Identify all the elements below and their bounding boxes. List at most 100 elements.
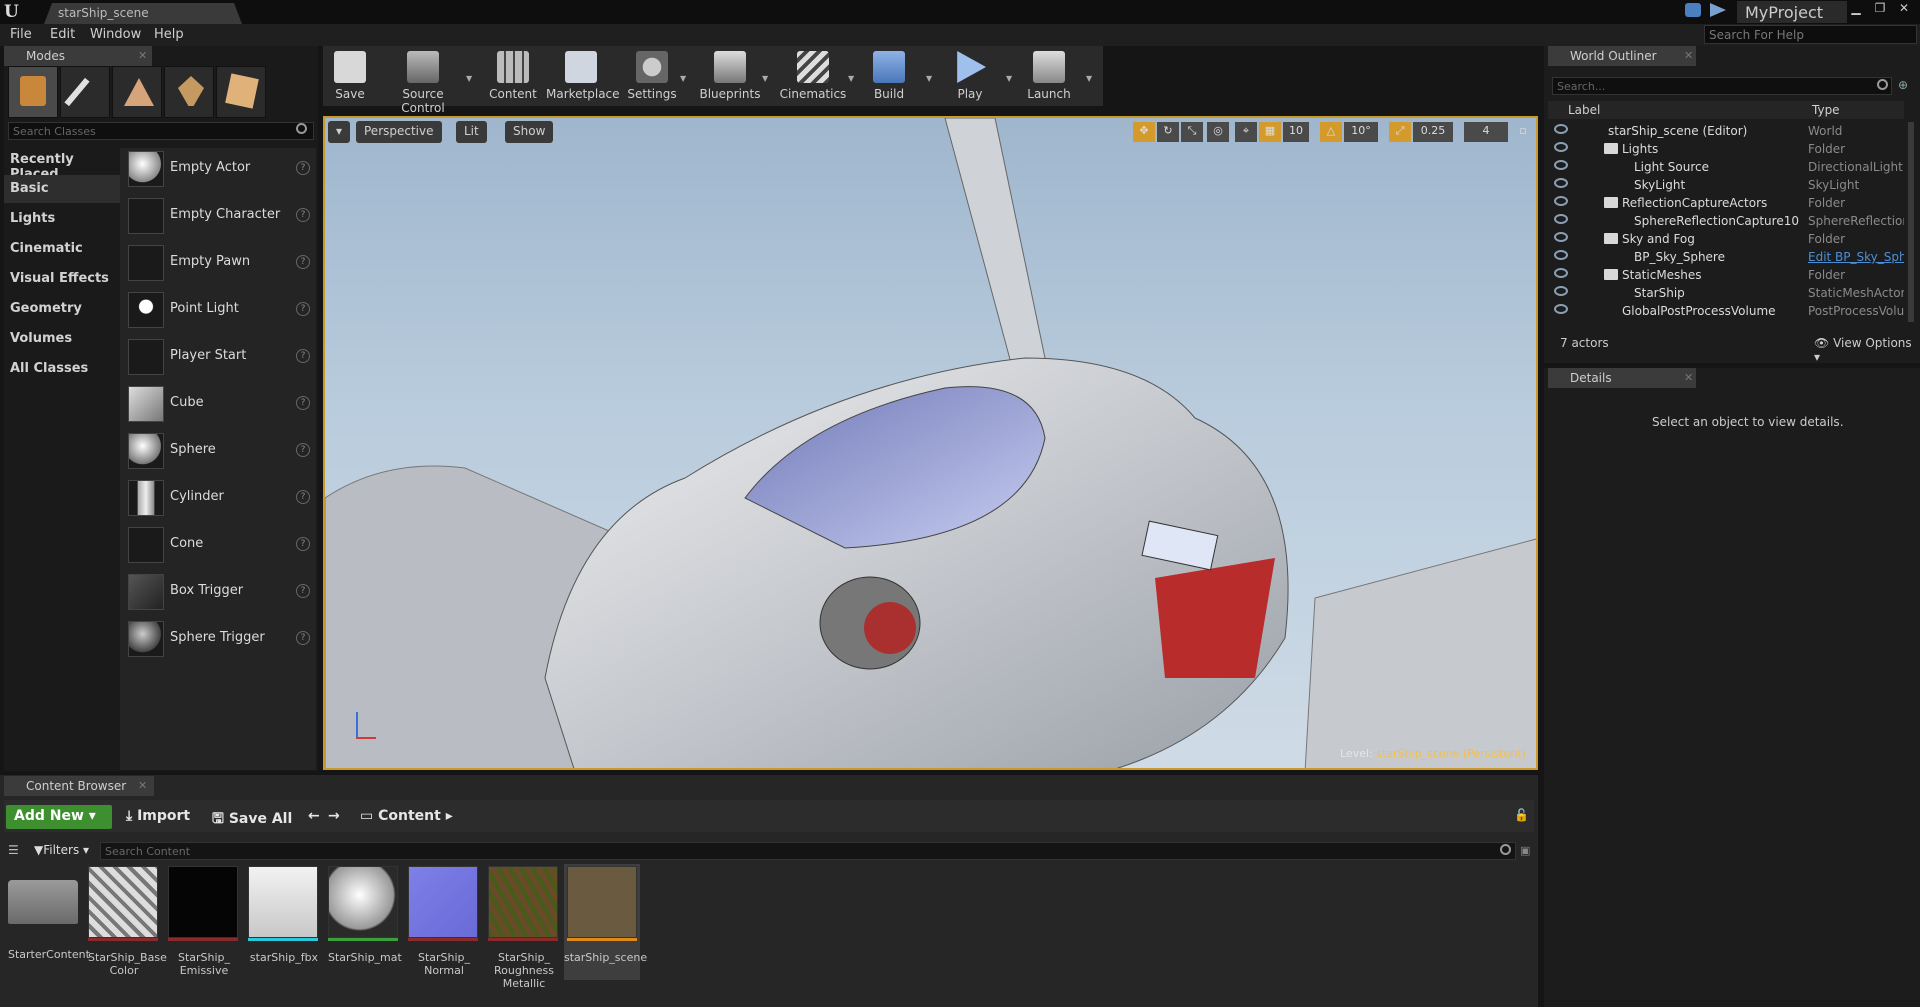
category-recently-placed[interactable]: Recently Placed (8, 146, 118, 182)
help-icon[interactable]: ? (296, 396, 310, 410)
surface-snap-button[interactable]: ⌖ (1235, 122, 1257, 142)
help-icon[interactable]: ? (296, 302, 310, 316)
list-item[interactable]: Empty Actor? (126, 148, 316, 192)
help-icon[interactable]: ? (296, 537, 310, 551)
asset-tile[interactable]: StarShip_Base Color (88, 866, 167, 977)
category-basic[interactable]: Basic (4, 175, 120, 203)
sources-toggle-icon[interactable]: ☰ (8, 843, 19, 857)
table-row[interactable]: starShip_scene (Editor) World (1548, 122, 1906, 140)
table-row[interactable]: SphereReflectionCapture10 SphereReflectio… (1548, 212, 1906, 230)
column-label[interactable]: Label (1568, 103, 1600, 117)
help-icon[interactable]: ? (296, 631, 310, 645)
table-row[interactable]: Light Source DirectionalLight (1548, 158, 1906, 176)
blueprints-dropdown[interactable]: ▼ (762, 74, 768, 83)
table-row[interactable]: Sky and Fog Folder (1548, 230, 1906, 248)
add-new-button[interactable]: Add New ▾ (6, 805, 112, 829)
scale-snap-button[interactable]: ⤢ (1389, 122, 1411, 142)
import-button[interactable]: ⤓ Import (126, 808, 190, 824)
asset-tile[interactable]: StarShip_ Normal (408, 866, 480, 977)
eye-icon[interactable] (1554, 286, 1568, 296)
help-icon[interactable]: ? (296, 584, 310, 598)
list-item[interactable]: Box Trigger? (126, 571, 316, 615)
asset-tile[interactable]: StarterContent (8, 866, 90, 961)
paint-mode-button[interactable] (60, 66, 110, 118)
outliner-search-input[interactable]: Search... (1552, 77, 1892, 95)
viewport-options-button[interactable]: ▾ (328, 121, 350, 143)
view-options-button[interactable]: 👁 View Options ▾ (1814, 336, 1920, 364)
table-row[interactable]: GlobalPostProcessVolume PostProcessVolun (1548, 302, 1906, 320)
world-space-button[interactable]: ◎ (1207, 122, 1229, 142)
outliner-scrollbar[interactable] (1908, 122, 1914, 322)
menu-edit[interactable]: Edit (50, 27, 75, 42)
launch-button[interactable]: Launch (1024, 48, 1074, 106)
scale-tool-button[interactable]: ⤡ (1181, 122, 1203, 142)
category-lights[interactable]: Lights (8, 205, 118, 233)
table-row[interactable]: BP_Sky_Sphere Edit BP_Sky_Sph (1548, 248, 1906, 266)
tab-modes[interactable]: Modes (4, 46, 152, 66)
feedback-icon[interactable] (1685, 3, 1701, 17)
eye-icon[interactable] (1554, 178, 1568, 188)
eye-icon[interactable] (1554, 142, 1568, 152)
show-button[interactable]: Show (505, 121, 554, 143)
asset-tile[interactable]: StarShip_mat (328, 866, 402, 964)
close-tab-icon[interactable]: ✕ (1684, 49, 1693, 62)
content-button[interactable]: Content (486, 48, 540, 106)
build-dropdown[interactable]: ▼ (926, 74, 932, 83)
perspective-button[interactable]: Perspective (356, 121, 442, 143)
save-button[interactable]: Save (328, 48, 372, 106)
close-button[interactable]: ✕ (1893, 1, 1915, 19)
move-tool-button[interactable]: ✥ (1133, 122, 1155, 142)
eye-icon[interactable] (1554, 268, 1568, 278)
eye-icon[interactable] (1554, 232, 1568, 242)
table-row[interactable]: Lights Folder (1548, 140, 1906, 158)
list-item[interactable]: Sphere Trigger? (126, 618, 316, 662)
table-row[interactable]: StaticMeshes Folder (1548, 266, 1906, 284)
save-all-button[interactable]: 🖫 Save All (212, 808, 292, 832)
level-viewport[interactable] (323, 116, 1538, 770)
rotation-snap-button[interactable]: △ (1320, 122, 1342, 142)
edit-blueprint-link[interactable]: Edit BP_Sky_Sph (1808, 250, 1904, 264)
menu-window[interactable]: Window (90, 27, 141, 42)
category-geometry[interactable]: Geometry (8, 295, 118, 323)
eye-icon[interactable] (1554, 304, 1568, 314)
help-search-input[interactable]: Search For Help (1704, 25, 1917, 44)
filters-button[interactable]: ▼Filters ▾ (34, 843, 89, 857)
close-tab-icon[interactable]: ✕ (1684, 371, 1693, 384)
blueprints-button[interactable]: Blueprints (696, 48, 764, 106)
asset-tile[interactable]: StarShip_ Emissive (168, 866, 240, 977)
list-item[interactable]: Empty Pawn? (126, 242, 316, 286)
eye-icon[interactable] (1554, 214, 1568, 224)
cinematics-button[interactable]: Cinematics (778, 48, 848, 106)
list-item[interactable]: Cylinder? (126, 477, 316, 521)
lit-button[interactable]: Lit (456, 121, 487, 143)
column-type[interactable]: Type (1812, 103, 1840, 117)
asset-tile[interactable]: starShip_fbx (248, 866, 320, 964)
add-folder-icon[interactable]: ⊕ (1898, 78, 1914, 94)
marketplace-button[interactable]: Marketplace (546, 48, 620, 106)
minimize-button[interactable]: ▁ (1845, 1, 1867, 19)
forward-button[interactable]: → (328, 808, 340, 824)
grid-snap-button[interactable]: ▦ (1259, 122, 1281, 142)
camera-speed-button[interactable]: 4 (1464, 122, 1508, 142)
path-breadcrumb[interactable]: ▭ Content ▸ (360, 808, 453, 824)
table-row[interactable]: SkyLight SkyLight (1548, 176, 1906, 194)
settings-dropdown[interactable]: ▼ (680, 74, 686, 83)
category-cinematic[interactable]: Cinematic (8, 235, 118, 263)
table-row[interactable]: ReflectionCaptureActors Folder (1548, 194, 1906, 212)
list-item[interactable]: Cube? (126, 383, 316, 427)
save-search-icon[interactable]: ▣ (1520, 844, 1530, 857)
list-item[interactable]: Cone? (126, 524, 316, 568)
help-icon[interactable]: ? (296, 490, 310, 504)
close-tab-icon[interactable]: ✕ (138, 49, 147, 62)
help-icon[interactable]: ? (296, 349, 310, 363)
grid-snap-value[interactable]: 10 (1283, 122, 1309, 142)
level-tab[interactable]: starShip_scene (44, 3, 242, 24)
eye-icon[interactable] (1554, 160, 1568, 170)
content-search-input[interactable]: Search Content (100, 842, 1516, 860)
asset-tile[interactable]: StarShip_ Roughness Metallic (488, 866, 560, 990)
menu-file[interactable]: File (10, 27, 32, 42)
help-icon[interactable]: ? (296, 443, 310, 457)
source-control-dropdown[interactable]: ▼ (466, 74, 472, 83)
eye-icon[interactable] (1554, 124, 1568, 134)
unreal-logo-icon[interactable]: U (4, 2, 24, 22)
